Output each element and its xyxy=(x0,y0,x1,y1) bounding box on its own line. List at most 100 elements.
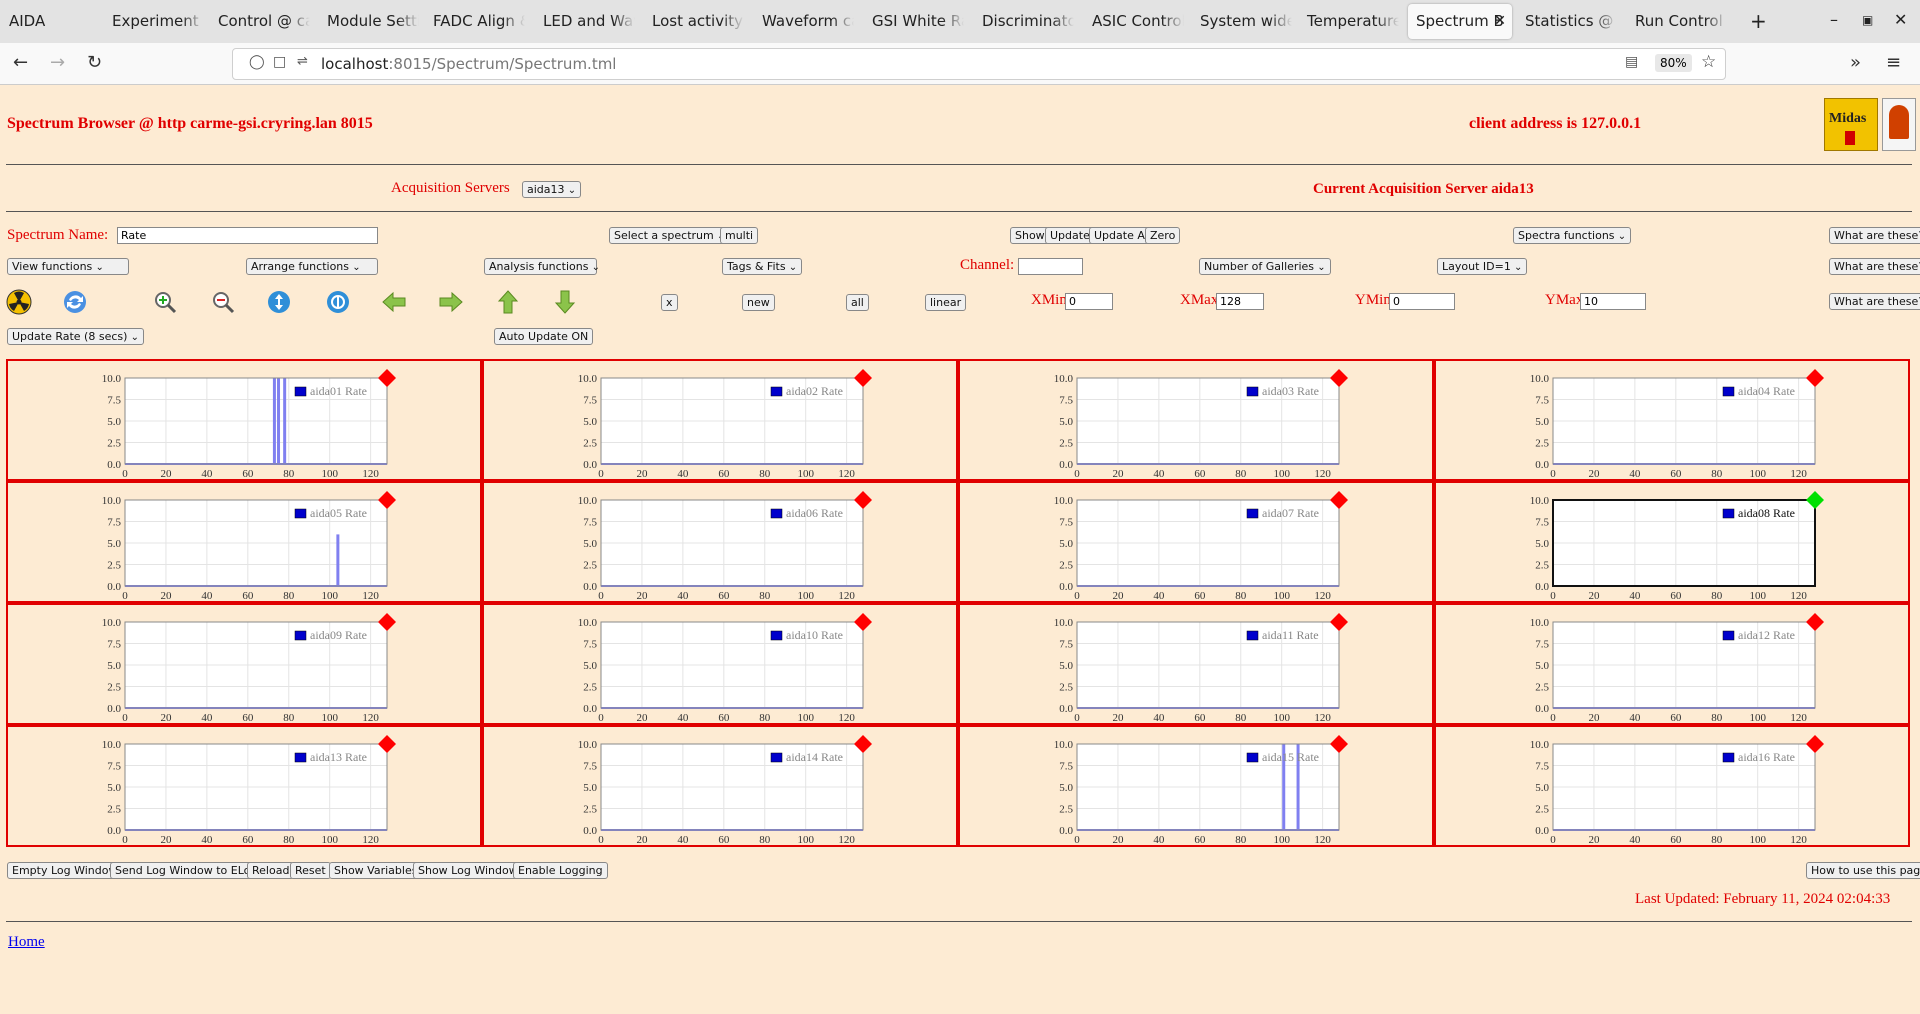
view-functions-dropdown[interactable]: View functions xyxy=(7,258,129,275)
all-button[interactable]: all xyxy=(846,294,869,311)
xmin-label: XMin xyxy=(1031,292,1067,308)
spectrum-panel[interactable]: 0 20 40 60 80 100 120 0.0 2.5 5.0 7.5 10.0 aida01 Ra… xyxy=(6,359,482,481)
permissions-icon[interactable]: ⇌ xyxy=(297,54,308,69)
zero-button[interactable]: Zero xyxy=(1145,227,1181,244)
channel-input[interactable] xyxy=(1018,258,1083,275)
close-window-icon[interactable]: ✕ xyxy=(1894,10,1907,29)
what-are-these-button[interactable]: What are these? xyxy=(1829,258,1920,275)
zoom-in-icon[interactable] xyxy=(152,289,178,315)
update-rate-dropdown[interactable]: Update Rate (8 secs) xyxy=(7,328,144,345)
spectrum-panel[interactable]: 0 20 40 60 80 100 120 0.0 2.5 5.0 7.5 10.0 aida04 Ra… xyxy=(1434,359,1910,481)
browser-tab[interactable]: System wide xyxy=(1192,4,1292,39)
reset-button[interactable]: Reset xyxy=(290,862,331,879)
arrow-up-icon[interactable] xyxy=(495,289,521,315)
radiation-icon[interactable] xyxy=(6,289,32,315)
reload-icon[interactable]: ↻ xyxy=(87,52,102,73)
send-log-button[interactable]: Send Log Window to ELog xyxy=(110,862,263,879)
back-icon[interactable]: ← xyxy=(13,52,28,73)
spectrum-panel[interactable]: 0 20 40 60 80 100 120 0.0 2.5 5.0 7.5 10.0 aida16 Ra… xyxy=(1434,725,1910,847)
spectrum-panel[interactable]: 0 20 40 60 80 100 120 0.0 2.5 5.0 7.5 10.0 aida03 Ra… xyxy=(958,359,1434,481)
empty-log-button[interactable]: Empty Log Window xyxy=(7,862,123,879)
ymax-input[interactable]: 10 xyxy=(1580,293,1646,310)
update-button[interactable]: Update xyxy=(1045,227,1095,244)
spectra-functions-dropdown[interactable]: Spectra functions xyxy=(1513,227,1632,244)
legend-label: aida01 Rate xyxy=(310,384,367,398)
browser-tab[interactable]: FADC Align & xyxy=(425,4,525,39)
spectrum-panel[interactable]: 0 20 40 60 80 100 120 0.0 2.5 5.0 7.5 10.0 aida09 Ra… xyxy=(6,603,482,725)
enable-logging-button[interactable]: Enable Logging xyxy=(513,862,608,879)
browser-tab[interactable]: ASIC Control xyxy=(1084,4,1184,39)
auto-update-button[interactable]: Auto Update ON xyxy=(494,328,594,345)
spectrum-panel[interactable]: 0 20 40 60 80 100 120 0.0 2.5 5.0 7.5 10.0 aida14 Ra… xyxy=(482,725,958,847)
browser-tab[interactable]: Spectrum B ✕ xyxy=(1408,4,1512,39)
reload-button[interactable]: Reload xyxy=(247,862,295,879)
spectrum-panel[interactable]: 0 20 40 60 80 100 120 0.0 2.5 5.0 7.5 10.0 aida11 Ra… xyxy=(958,603,1434,725)
spectrum-panel[interactable]: 0 20 40 60 80 100 120 0.0 2.5 5.0 7.5 10.0 aida10 Ra… xyxy=(482,603,958,725)
expand-vertical-icon[interactable] xyxy=(266,289,292,315)
shield-icon[interactable]: ◯ xyxy=(249,54,265,70)
show-log-button[interactable]: Show Log Window xyxy=(413,862,523,879)
layout-dropdown[interactable]: Layout ID=1 xyxy=(1437,258,1528,275)
spectrum-name-input[interactable]: Rate xyxy=(117,227,378,244)
menu-icon[interactable]: ≡ xyxy=(1886,52,1901,73)
close-tab-icon[interactable]: ✕ xyxy=(1494,4,1506,39)
browser-tab[interactable]: Experiment C xyxy=(104,4,204,39)
xmax-input[interactable]: 128 xyxy=(1216,293,1264,310)
arrow-right-icon[interactable] xyxy=(438,289,464,315)
forward-icon[interactable]: → xyxy=(50,52,65,73)
spectrum-panel[interactable]: 0 20 40 60 80 100 120 0.0 2.5 5.0 7.5 10.0 aida06 Ra… xyxy=(482,481,958,603)
x-button[interactable]: x xyxy=(661,294,678,311)
spectrum-panel[interactable]: 0 20 40 60 80 100 120 0.0 2.5 5.0 7.5 10.0 aida12 Ra… xyxy=(1434,603,1910,725)
minimize-icon[interactable]: – xyxy=(1830,10,1838,29)
y-tick-label: 10.0 xyxy=(578,495,598,507)
browser-tab[interactable]: Waveform ca xyxy=(754,4,854,39)
home-link[interactable]: Home xyxy=(8,934,45,951)
browser-tab[interactable]: Temperature xyxy=(1299,4,1399,39)
page-icon[interactable]: □ xyxy=(273,54,286,70)
zoom-out-icon[interactable] xyxy=(210,289,236,315)
bookmark-star-icon[interactable]: ☆ xyxy=(1701,52,1716,72)
maximize-icon[interactable]: ▣ xyxy=(1862,13,1873,27)
what-are-these-button[interactable]: What are these? xyxy=(1829,227,1920,244)
xmin-input[interactable]: 0 xyxy=(1065,293,1113,310)
arrow-down-icon[interactable] xyxy=(552,289,578,315)
reader-view-icon[interactable]: ▤ xyxy=(1625,54,1638,70)
browser-tab[interactable]: Run Control ( xyxy=(1627,4,1727,39)
spectrum-panel[interactable]: 0 20 40 60 80 100 120 0.0 2.5 5.0 7.5 10.0 aida02 Ra… xyxy=(482,359,958,481)
browser-tab[interactable]: GSI White Ra xyxy=(864,4,964,39)
legend-label: aida07 Rate xyxy=(1262,506,1319,520)
spectrum-panel[interactable]: 0 20 40 60 80 100 120 0.0 2.5 5.0 7.5 10.0 aida15 Ra… xyxy=(958,725,1434,847)
select-spectrum-dropdown[interactable]: Select a spectrum xyxy=(609,227,731,244)
tags-fits-dropdown[interactable]: Tags & Fits xyxy=(722,258,803,275)
browser-tab[interactable]: LED and Wav xyxy=(535,4,635,39)
browser-tab[interactable]: Control @ ca xyxy=(210,4,310,39)
address-bar[interactable]: ◯ □ ⇌ localhost:8015/Spectrum/Spectrum.t… xyxy=(232,48,1726,80)
linear-button[interactable]: linear xyxy=(925,294,967,311)
show-button[interactable]: Show xyxy=(1010,227,1050,244)
overflow-icon[interactable]: » xyxy=(1850,52,1861,73)
refresh-icon[interactable] xyxy=(62,289,88,315)
browser-tab[interactable]: Statistics @ c xyxy=(1517,4,1617,39)
x-tick-label: 0 xyxy=(1074,468,1080,480)
browser-tab[interactable]: Module Setti xyxy=(319,4,419,39)
browser-tab[interactable]: Discriminator xyxy=(974,4,1074,39)
zoom-level[interactable]: 80% xyxy=(1655,54,1692,72)
expand-horizontal-icon[interactable] xyxy=(325,289,351,315)
spectrum-panel[interactable]: 0 20 40 60 80 100 120 0.0 2.5 5.0 7.5 10.0 aida07 Ra… xyxy=(958,481,1434,603)
spectrum-panel[interactable]: 0 20 40 60 80 100 120 0.0 2.5 5.0 7.5 10.0 aida13 Ra… xyxy=(6,725,482,847)
multi-button[interactable]: multi xyxy=(720,227,759,244)
spectrum-panel[interactable]: 0 20 40 60 80 100 120 0.0 2.5 5.0 7.5 10.0 aida08 Ra… xyxy=(1434,481,1910,603)
browser-tab[interactable]: Lost activity r xyxy=(644,4,744,39)
what-are-these-button[interactable]: What are these? xyxy=(1829,293,1920,310)
arrow-left-icon[interactable] xyxy=(381,289,407,315)
arrange-functions-dropdown[interactable]: Arrange functions xyxy=(246,258,378,275)
number-of-galleries-dropdown[interactable]: Number of Galleries xyxy=(1199,258,1331,275)
acq-server-select[interactable]: aida13 xyxy=(522,181,582,198)
spectrum-panel[interactable]: 0 20 40 60 80 100 120 0.0 2.5 5.0 7.5 10.0 aida05 Ra… xyxy=(6,481,482,603)
new-button[interactable]: new xyxy=(742,294,775,311)
new-tab-icon[interactable]: + xyxy=(1750,9,1767,33)
ymin-input[interactable]: 0 xyxy=(1389,293,1455,310)
how-to-use-button[interactable]: How to use this page xyxy=(1806,862,1920,879)
analysis-functions-dropdown[interactable]: Analysis functions xyxy=(484,258,597,275)
show-variables-button[interactable]: Show Variables xyxy=(329,862,423,879)
